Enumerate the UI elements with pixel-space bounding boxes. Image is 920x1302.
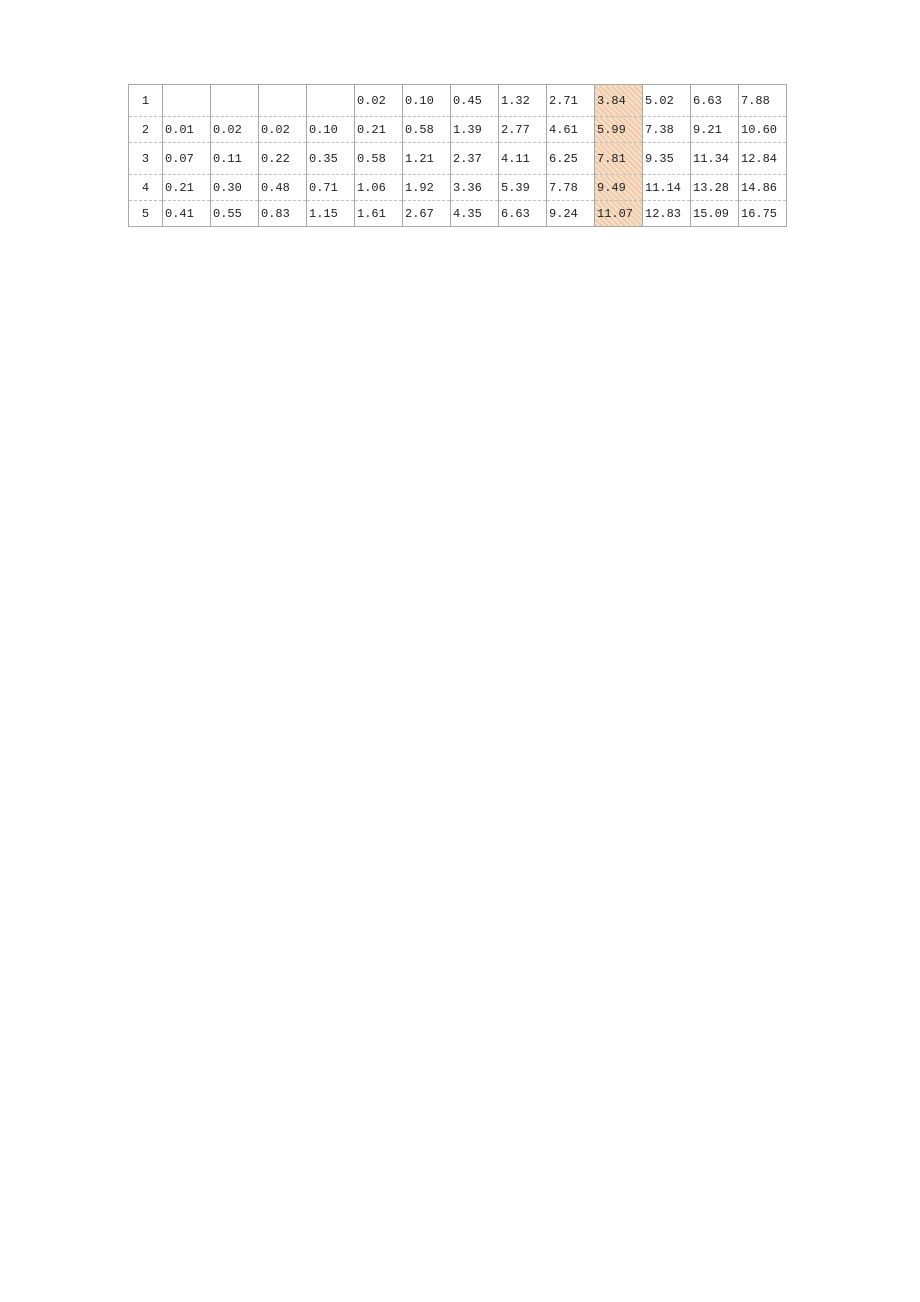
cell: 1.21 [403,143,451,175]
cell: 5.02 [643,85,691,117]
cell: 4.35 [451,201,499,227]
row-index: 5 [129,201,163,227]
cell: 1.06 [355,175,403,201]
cell: 9.35 [643,143,691,175]
cell: 7.81 [595,143,643,175]
cell: 5.39 [499,175,547,201]
cell: 1.32 [499,85,547,117]
cell: 0.22 [259,143,307,175]
cell: 2.37 [451,143,499,175]
cell: 0.55 [211,201,259,227]
cell: 11.34 [691,143,739,175]
cell [259,85,307,117]
cell: 0.71 [307,175,355,201]
data-table: 10.020.100.451.322.713.845.026.637.8820.… [128,84,787,227]
cell: 0.45 [451,85,499,117]
cell: 3.36 [451,175,499,201]
cell: 2.71 [547,85,595,117]
cell: 16.75 [739,201,787,227]
cell: 0.21 [163,175,211,201]
cell: 4.11 [499,143,547,175]
cell: 9.24 [547,201,595,227]
cell: 7.88 [739,85,787,117]
cell: 15.09 [691,201,739,227]
cell: 11.14 [643,175,691,201]
cell: 12.83 [643,201,691,227]
cell [307,85,355,117]
cell: 11.07 [595,201,643,227]
cell: 4.61 [547,117,595,143]
cell: 5.99 [595,117,643,143]
cell: 0.83 [259,201,307,227]
cell: 1.61 [355,201,403,227]
cell: 1.39 [451,117,499,143]
cell: 9.21 [691,117,739,143]
cell: 9.49 [595,175,643,201]
cell [211,85,259,117]
cell: 14.86 [739,175,787,201]
cell [163,85,211,117]
cell: 1.92 [403,175,451,201]
cell: 0.02 [259,117,307,143]
cell: 0.41 [163,201,211,227]
cell: 0.21 [355,117,403,143]
cell: 2.77 [499,117,547,143]
cell: 12.84 [739,143,787,175]
cell: 0.10 [307,117,355,143]
cell: 7.78 [547,175,595,201]
cell: 6.25 [547,143,595,175]
row-index: 3 [129,143,163,175]
cell: 0.30 [211,175,259,201]
cell: 10.60 [739,117,787,143]
cell: 0.01 [163,117,211,143]
cell: 7.38 [643,117,691,143]
cell: 6.63 [499,201,547,227]
cell: 0.48 [259,175,307,201]
row-index: 1 [129,85,163,117]
cell: 3.84 [595,85,643,117]
cell: 0.58 [403,117,451,143]
row-index: 2 [129,117,163,143]
cell: 1.15 [307,201,355,227]
cell: 0.10 [403,85,451,117]
cell: 13.28 [691,175,739,201]
cell: 6.63 [691,85,739,117]
cell: 0.35 [307,143,355,175]
row-index: 4 [129,175,163,201]
cell: 2.67 [403,201,451,227]
cell: 0.58 [355,143,403,175]
cell: 0.02 [355,85,403,117]
cell: 0.11 [211,143,259,175]
cell: 0.07 [163,143,211,175]
cell: 0.02 [211,117,259,143]
